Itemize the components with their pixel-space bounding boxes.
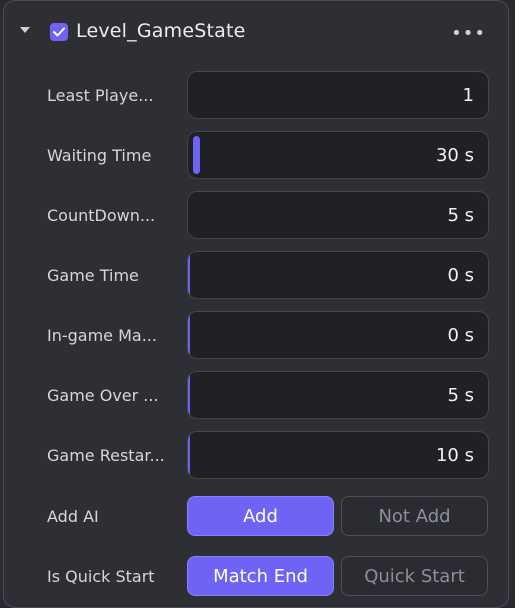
game-over-slider[interactable]: 5 s <box>187 371 489 419</box>
in-game-match-slider[interactable]: 0 s <box>187 311 489 359</box>
toggle-row-add-ai: Add AI Add Not Add <box>4 494 508 544</box>
field-label: In-game Ma... <box>47 326 157 345</box>
least-players-input[interactable]: 1 <box>187 71 489 119</box>
field-row-game-over: Game Over ... 5 s <box>4 371 508 421</box>
field-value: 5 s <box>447 205 474 226</box>
slider-fill <box>188 432 190 478</box>
add-ai-add-button[interactable]: Add <box>187 496 334 536</box>
field-value: 5 s <box>447 385 474 406</box>
collapse-chevron-icon[interactable] <box>20 27 30 33</box>
component-header: Level_GameState ••• <box>4 13 508 53</box>
countdown-input[interactable]: 5 s <box>187 191 489 239</box>
match-end-button[interactable]: Match End <box>187 556 334 596</box>
field-label: Least Playe... <box>47 86 154 105</box>
toggle-label: Is Quick Start <box>47 567 155 586</box>
field-value: 0 s <box>447 265 474 286</box>
field-row-waiting-time: Waiting Time 30 s <box>4 131 508 181</box>
slider-fill <box>188 252 190 298</box>
enable-checkbox[interactable] <box>50 23 68 41</box>
toggle-label: Add AI <box>47 507 99 526</box>
check-icon <box>53 27 65 37</box>
field-label: CountDown... <box>47 206 156 225</box>
component-title: Level_GameState <box>76 20 246 42</box>
field-row-in-game-match: In-game Ma... 0 s <box>4 311 508 361</box>
waiting-time-slider[interactable]: 30 s <box>187 131 489 179</box>
field-row-least-players: Least Playe... 1 <box>4 71 508 121</box>
game-restart-slider[interactable]: 10 s <box>187 431 489 479</box>
slider-fill <box>193 136 200 174</box>
field-row-game-restart: Game Restar... 10 s <box>4 431 508 481</box>
field-value: 1 <box>462 85 474 106</box>
more-options-icon[interactable]: ••• <box>451 23 486 44</box>
slider-fill <box>188 372 190 418</box>
toggle-row-quick-start: Is Quick Start Match End Quick Start <box>4 554 508 604</box>
add-ai-not-add-button[interactable]: Not Add <box>341 496 488 536</box>
quick-start-button[interactable]: Quick Start <box>341 556 488 596</box>
field-value: 10 s <box>435 445 474 466</box>
field-label: Game Over ... <box>47 386 159 405</box>
field-row-game-time: Game Time 0 s <box>4 251 508 301</box>
game-time-slider[interactable]: 0 s <box>187 251 489 299</box>
field-label: Game Restar... <box>47 446 165 465</box>
field-value: 0 s <box>447 325 474 346</box>
field-label: Game Time <box>47 266 139 285</box>
field-row-countdown: CountDown... 5 s <box>4 191 508 241</box>
slider-fill <box>188 312 190 358</box>
field-label: Waiting Time <box>47 146 152 165</box>
field-value: 30 s <box>435 145 474 166</box>
component-panel: Level_GameState ••• Least Playe... 1 Wai… <box>3 0 509 608</box>
